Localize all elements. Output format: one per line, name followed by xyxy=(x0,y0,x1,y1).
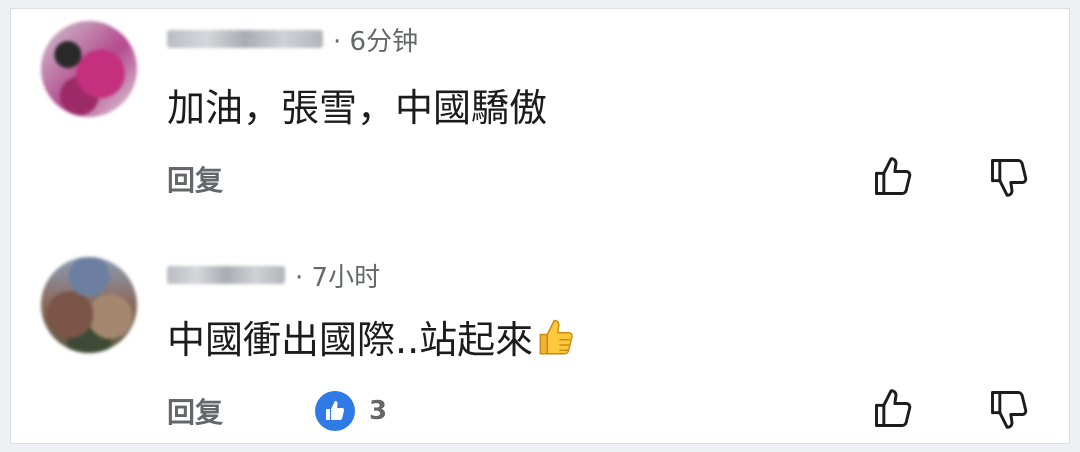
reply-button[interactable]: 回复 xyxy=(167,391,223,431)
blurred-username[interactable] xyxy=(167,30,323,48)
comment-actions: 回复 3 xyxy=(167,391,387,431)
blurred-username[interactable] xyxy=(167,266,285,284)
like-badge-icon xyxy=(315,391,356,431)
reaction-count[interactable]: 3 xyxy=(315,391,387,431)
comment-text: 中國衝出國際..站起來 xyxy=(167,318,534,362)
like-count: 3 xyxy=(369,396,388,426)
comment-time: · 7小时 xyxy=(295,262,381,293)
thumbs-up-icon[interactable] xyxy=(871,155,915,199)
thumbs-down-icon[interactable] xyxy=(987,155,1031,199)
comment-text-line: 中國衝出國際..站起來 xyxy=(167,309,577,368)
comment-header: · 6分钟 xyxy=(167,19,418,59)
comment-actions: 回复 xyxy=(167,159,223,199)
thumbs-up-icon[interactable] xyxy=(871,387,915,431)
comment-text: 加油，張雪，中國驕傲 xyxy=(167,86,548,130)
comments-panel: · 6分钟 加油，張雪，中國驕傲 回复 · 7小时 中國衝出國際..站起來 回复… xyxy=(10,8,1070,444)
comment-time: · 6分钟 xyxy=(333,26,419,57)
avatar[interactable] xyxy=(41,257,137,353)
reply-button[interactable]: 回复 xyxy=(167,159,223,199)
thumbs-up-emoji-icon xyxy=(535,317,577,368)
thumbs-down-icon[interactable] xyxy=(987,387,1031,431)
comment-item: · 7小时 中國衝出國際..站起來 回复 3 xyxy=(11,241,1069,451)
avatar[interactable] xyxy=(41,21,137,117)
comment-header: · 7小时 xyxy=(167,255,380,295)
comment-item: · 6分钟 加油，張雪，中國驕傲 回复 xyxy=(11,9,1069,219)
